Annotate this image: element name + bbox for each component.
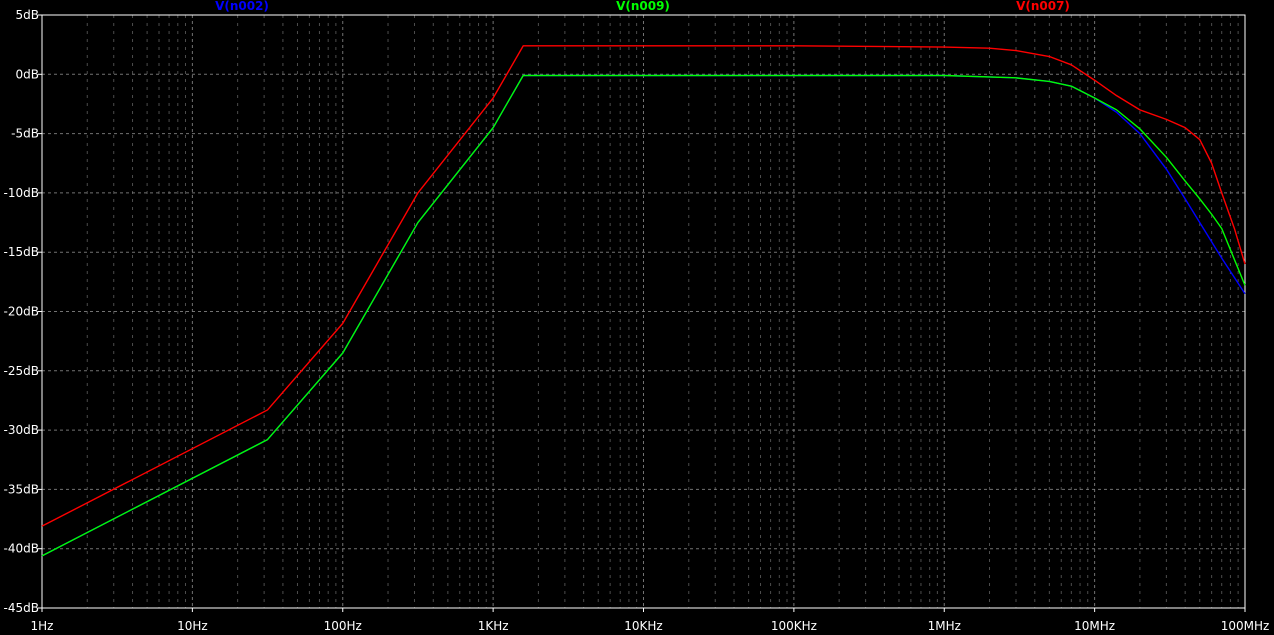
y-tick-label: 0dB <box>16 67 39 81</box>
legend-entry: V(n002) <box>215 0 269 13</box>
x-tick-label: 10Hz <box>177 619 208 633</box>
y-tick-label: -35dB <box>4 482 39 496</box>
x-tick-label: 1Hz <box>31 619 54 633</box>
y-tick-label: -25dB <box>4 364 39 378</box>
bode-plot: 1Hz 10Hz 100Hz 1KHz 10KHz 100KHz 1MHz 10MHz 100M… <box>0 0 1274 635</box>
x-tick-label: 100KHz <box>771 619 817 633</box>
legend-entry: V(n009) <box>616 0 670 13</box>
x-tick-label: 1MHz <box>928 619 961 633</box>
x-tick-label: 10MHz <box>1074 619 1115 633</box>
legend-entry: V(n007) <box>1016 0 1070 13</box>
y-tick-label: -40dB <box>4 542 39 556</box>
x-tick-label: 100MHz <box>1221 619 1270 633</box>
y-tick-label: 5dB <box>16 8 39 22</box>
y-tick-label: -45dB <box>4 601 39 615</box>
y-tick-label: -10dB <box>4 186 39 200</box>
x-tick-label: 1KHz <box>478 619 509 633</box>
x-tick-label: 100Hz <box>324 619 362 633</box>
y-tick-label: -30dB <box>4 423 39 437</box>
x-tick-label: 10KHz <box>624 619 662 633</box>
y-tick-label: -5dB <box>11 127 39 141</box>
y-tick-label: -20dB <box>4 305 39 319</box>
y-tick-label: -15dB <box>4 245 39 259</box>
